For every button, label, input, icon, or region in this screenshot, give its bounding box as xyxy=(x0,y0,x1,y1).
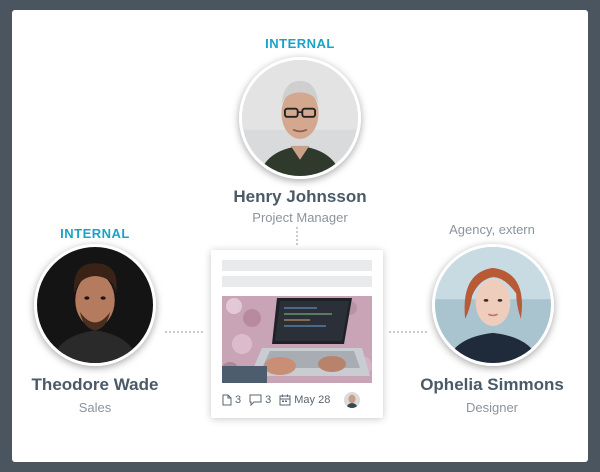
left-person-tag: INTERNAL xyxy=(60,226,130,241)
files-count: 3 xyxy=(235,394,242,406)
top-person-role: Project Manager xyxy=(252,210,348,225)
file-icon xyxy=(222,394,232,406)
task-card[interactable]: 3 3 May 28 xyxy=(211,250,383,418)
files-group[interactable]: 3 xyxy=(222,394,241,406)
top-connector xyxy=(296,227,298,245)
comment-icon xyxy=(249,394,262,406)
right-person-name[interactable]: Ophelia Simmons xyxy=(392,375,592,395)
task-title-placeholder xyxy=(222,260,372,271)
left-person-role: Sales xyxy=(78,400,112,415)
top-person-tag: INTERNAL xyxy=(265,36,335,51)
right-person-avatar[interactable] xyxy=(432,244,554,366)
assignee-avatar[interactable] xyxy=(344,392,361,408)
calendar-icon xyxy=(279,394,291,406)
right-person-role: Designer xyxy=(465,400,519,415)
task-subtitle-placeholder xyxy=(222,276,372,287)
right-person-tag: Agency, extern xyxy=(449,222,535,237)
top-person-avatar[interactable] xyxy=(239,57,361,179)
comments-count: 3 xyxy=(265,394,272,406)
org-chart-panel: INTERNAL Henry Johnsson Project Manager … xyxy=(12,10,588,462)
comments-group[interactable]: 3 xyxy=(249,394,271,406)
top-person-name[interactable]: Henry Johnsson xyxy=(200,187,400,207)
left-person-name[interactable]: Theodore Wade xyxy=(0,375,195,395)
due-date: May 28 xyxy=(294,394,331,406)
task-meta-row: 3 3 May 28 xyxy=(222,392,372,408)
left-person-avatar[interactable] xyxy=(34,244,156,366)
due-date-group[interactable]: May 28 xyxy=(279,394,330,406)
task-image[interactable] xyxy=(222,296,372,383)
right-connector xyxy=(389,331,427,333)
left-connector xyxy=(165,331,203,333)
